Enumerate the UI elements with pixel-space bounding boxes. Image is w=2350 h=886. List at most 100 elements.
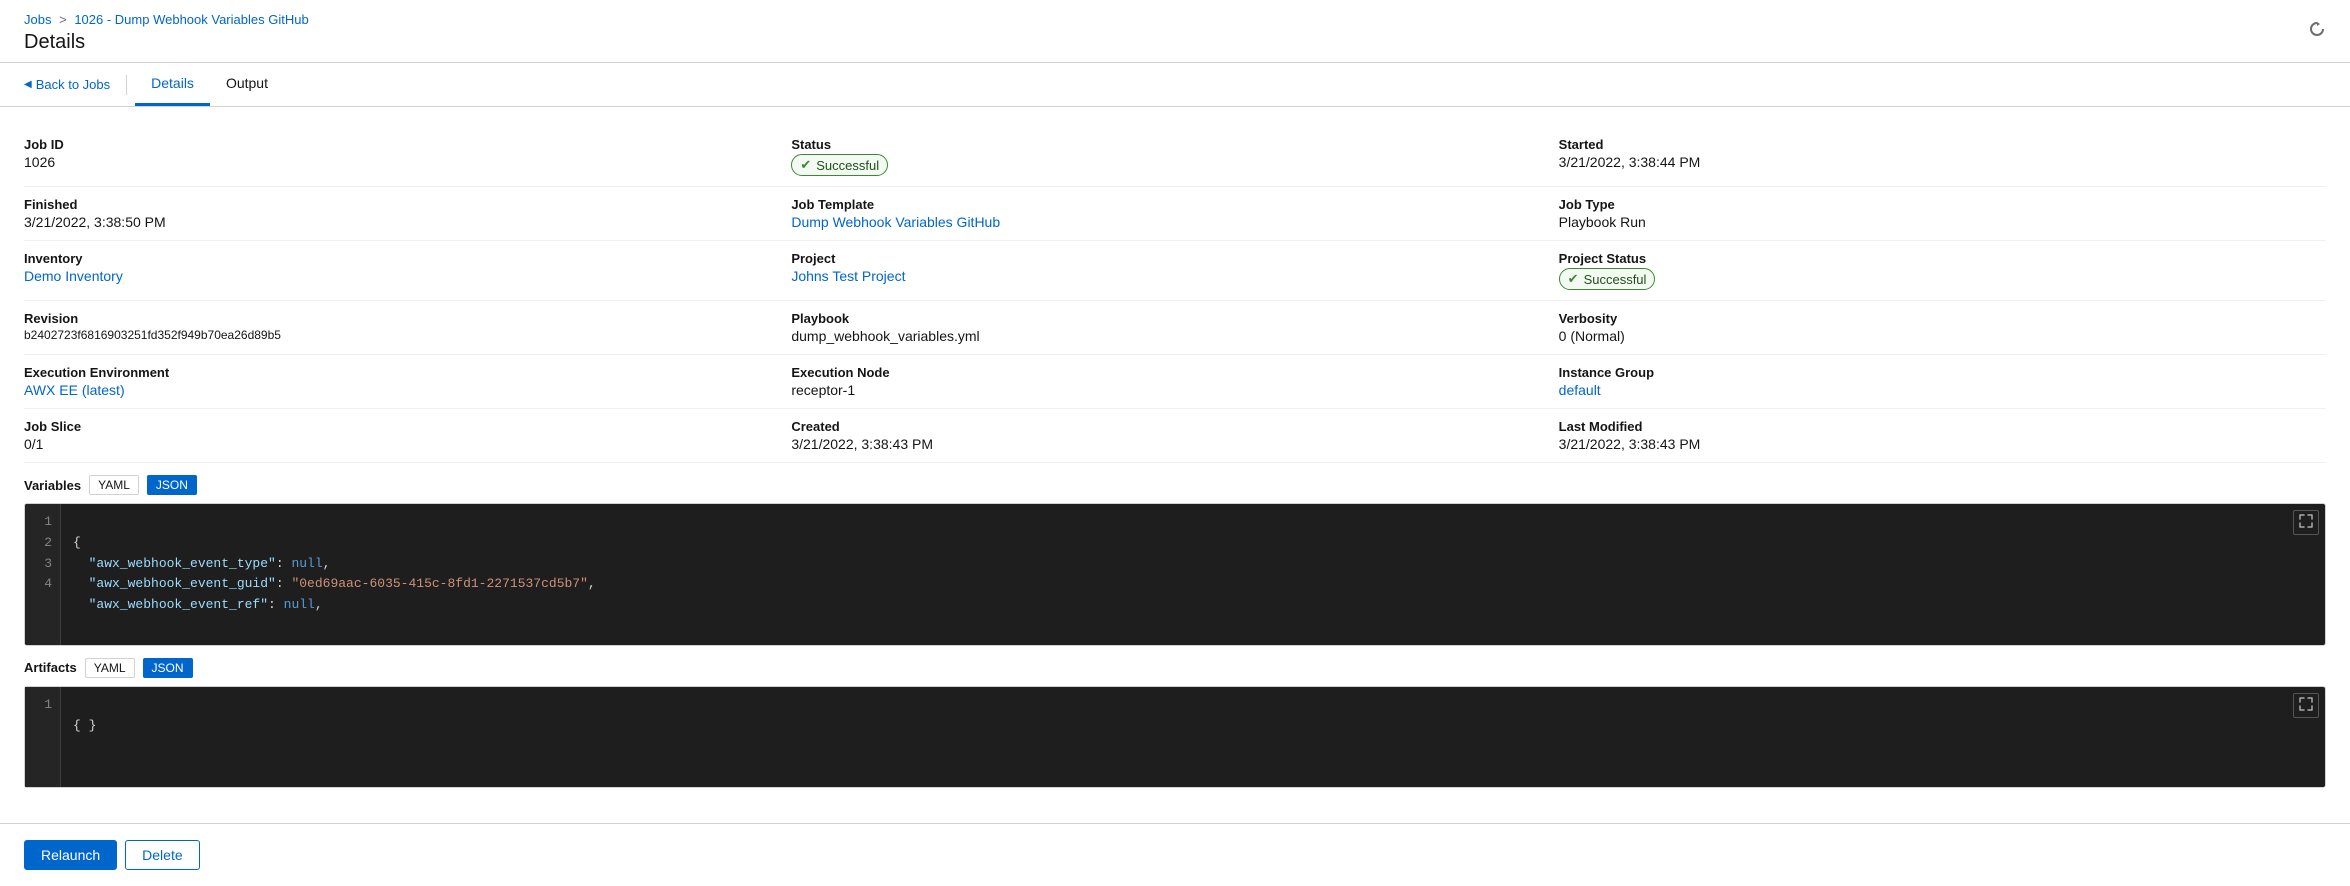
detail-cell-instance-group: Instance Group default bbox=[1559, 355, 2326, 409]
artifacts-container: 1 { } bbox=[24, 686, 2326, 788]
instance-group-link[interactable]: default bbox=[1559, 382, 2326, 398]
code-line-2: "awx_webhook_event_type": null, bbox=[73, 556, 330, 571]
code-line-1: { bbox=[73, 535, 81, 550]
line-num-2: 2 bbox=[25, 533, 60, 554]
project-check-icon: ✔ bbox=[1568, 271, 1579, 287]
job-id-label: Job ID bbox=[24, 137, 775, 152]
job-type-label: Job Type bbox=[1559, 197, 2326, 212]
tab-divider bbox=[126, 75, 127, 95]
detail-cell-created: Created 3/21/2022, 3:38:43 PM bbox=[791, 409, 1558, 463]
job-slice-value: 0/1 bbox=[24, 436, 775, 452]
status-label: Status bbox=[791, 137, 1542, 152]
check-icon: ✔ bbox=[800, 157, 811, 173]
job-template-link[interactable]: Dump Webhook Variables GitHub bbox=[791, 214, 1542, 230]
history-icon[interactable] bbox=[2308, 20, 2326, 43]
artifacts-code-content[interactable]: { } bbox=[61, 687, 2325, 787]
tab-output[interactable]: Output bbox=[210, 63, 284, 106]
last-modified-label: Last Modified bbox=[1559, 419, 2326, 434]
variables-code-content[interactable]: { "awx_webhook_event_type": null, "awx_w… bbox=[61, 504, 2325, 645]
breadcrumb: Jobs > 1026 - Dump Webhook Variables Git… bbox=[24, 12, 2326, 27]
artifact-line-num-1: 1 bbox=[25, 695, 60, 716]
line-num-1: 1 bbox=[25, 512, 60, 533]
verbosity-label: Verbosity bbox=[1559, 311, 2326, 326]
artifacts-code-editor: 1 { } bbox=[24, 686, 2326, 788]
line-num-3: 3 bbox=[25, 554, 60, 575]
tabs-bar: Back to Jobs Details Output bbox=[0, 63, 2350, 107]
variables-json-button[interactable]: JSON bbox=[147, 475, 197, 495]
detail-cell-job-template: Job Template Dump Webhook Variables GitH… bbox=[791, 187, 1558, 241]
detail-cell-job-type: Job Type Playbook Run bbox=[1559, 187, 2326, 241]
page-title: Details bbox=[24, 31, 2326, 54]
project-status-badge: ✔ Successful bbox=[1559, 268, 1656, 290]
relaunch-button[interactable]: Relaunch bbox=[24, 840, 117, 870]
code-line-3: "awx_webhook_event_guid": "0ed69aac-6035… bbox=[73, 576, 596, 591]
job-slice-label: Job Slice bbox=[24, 419, 775, 434]
started-value: 3/21/2022, 3:38:44 PM bbox=[1559, 154, 2326, 170]
detail-cell-execution-env: Execution Environment AWX EE (latest) bbox=[24, 355, 791, 409]
last-modified-value: 3/21/2022, 3:38:43 PM bbox=[1559, 436, 2326, 452]
playbook-value: dump_webhook_variables.yml bbox=[791, 328, 1542, 344]
execution-node-label: Execution Node bbox=[791, 365, 1542, 380]
created-label: Created bbox=[791, 419, 1542, 434]
tab-details[interactable]: Details bbox=[135, 63, 210, 106]
project-link[interactable]: Johns Test Project bbox=[791, 268, 1542, 284]
verbosity-value: 0 (Normal) bbox=[1559, 328, 2326, 344]
job-id-value: 1026 bbox=[24, 154, 775, 170]
artifacts-json-button[interactable]: JSON bbox=[143, 658, 193, 678]
detail-cell-verbosity: Verbosity 0 (Normal) bbox=[1559, 301, 2326, 355]
delete-button[interactable]: Delete bbox=[125, 840, 199, 870]
variables-code-editor: 1 2 3 4 { "awx_webhook_event_type": null… bbox=[24, 503, 2326, 646]
finished-label: Finished bbox=[24, 197, 775, 212]
created-value: 3/21/2022, 3:38:43 PM bbox=[791, 436, 1542, 452]
project-status-label: Project Status bbox=[1559, 251, 2326, 266]
playbook-label: Playbook bbox=[791, 311, 1542, 326]
artifacts-yaml-button[interactable]: YAML bbox=[85, 658, 135, 678]
variables-section-header: Variables YAML JSON bbox=[24, 463, 2326, 503]
inventory-label: Inventory bbox=[24, 251, 775, 266]
execution-env-link[interactable]: AWX EE (latest) bbox=[24, 382, 775, 398]
action-buttons: Relaunch Delete bbox=[0, 823, 2350, 886]
detail-cell-status: Status ✔ Successful bbox=[791, 127, 1558, 187]
code-line-4: "awx_webhook_event_ref": null, bbox=[73, 597, 323, 612]
artifacts-expand-button[interactable] bbox=[2293, 693, 2319, 718]
detail-cell-finished: Finished 3/21/2022, 3:38:50 PM bbox=[24, 187, 791, 241]
details-grid: Job ID 1026 Status ✔ Successful Started … bbox=[24, 127, 2326, 463]
revision-value: b2402723f6816903251fd352f949b70ea26d89b5 bbox=[24, 328, 775, 342]
inventory-link[interactable]: Demo Inventory bbox=[24, 268, 775, 284]
detail-cell-project: Project Johns Test Project bbox=[791, 241, 1558, 301]
status-badge-text: Successful bbox=[816, 158, 879, 173]
artifacts-line-numbers: 1 bbox=[25, 687, 61, 787]
detail-cell-playbook: Playbook dump_webhook_variables.yml bbox=[791, 301, 1558, 355]
variables-code-inner: 1 2 3 4 { "awx_webhook_event_type": null… bbox=[25, 504, 2325, 645]
breadcrumb-separator: > bbox=[59, 12, 67, 27]
artifacts-section-header: Artifacts YAML JSON bbox=[24, 646, 2326, 686]
artifacts-label: Artifacts bbox=[24, 660, 77, 675]
project-status-value: ✔ Successful bbox=[1559, 268, 2326, 290]
detail-cell-started: Started 3/21/2022, 3:38:44 PM bbox=[1559, 127, 2326, 187]
finished-value: 3/21/2022, 3:38:50 PM bbox=[24, 214, 775, 230]
status-badge: ✔ Successful bbox=[791, 154, 888, 176]
variables-container: 1 2 3 4 { "awx_webhook_event_type": null… bbox=[24, 503, 2326, 646]
main-content: Job ID 1026 Status ✔ Successful Started … bbox=[0, 107, 2350, 878]
detail-cell-job-slice: Job Slice 0/1 bbox=[24, 409, 791, 463]
project-status-badge-text: Successful bbox=[1584, 272, 1647, 287]
variables-label: Variables bbox=[24, 478, 81, 493]
execution-node-value: receptor-1 bbox=[791, 382, 1542, 398]
job-type-value: Playbook Run bbox=[1559, 214, 2326, 230]
revision-label: Revision bbox=[24, 311, 775, 326]
breadcrumb-jobs-link[interactable]: Jobs bbox=[24, 12, 51, 27]
status-value: ✔ Successful bbox=[791, 154, 1542, 176]
detail-cell-project-status: Project Status ✔ Successful bbox=[1559, 241, 2326, 301]
variables-yaml-button[interactable]: YAML bbox=[89, 475, 139, 495]
detail-cell-revision: Revision b2402723f6816903251fd352f949b70… bbox=[24, 301, 791, 355]
detail-cell-last-modified: Last Modified 3/21/2022, 3:38:43 PM bbox=[1559, 409, 2326, 463]
job-template-label: Job Template bbox=[791, 197, 1542, 212]
artifacts-code-inner: 1 { } bbox=[25, 687, 2325, 787]
detail-cell-job-id: Job ID 1026 bbox=[24, 127, 791, 187]
back-to-jobs-button[interactable]: Back to Jobs bbox=[24, 65, 126, 104]
project-label: Project bbox=[791, 251, 1542, 266]
variables-expand-button[interactable] bbox=[2293, 510, 2319, 535]
detail-cell-execution-node: Execution Node receptor-1 bbox=[791, 355, 1558, 409]
breadcrumb-current-link[interactable]: 1026 - Dump Webhook Variables GitHub bbox=[74, 12, 308, 27]
execution-env-label: Execution Environment bbox=[24, 365, 775, 380]
